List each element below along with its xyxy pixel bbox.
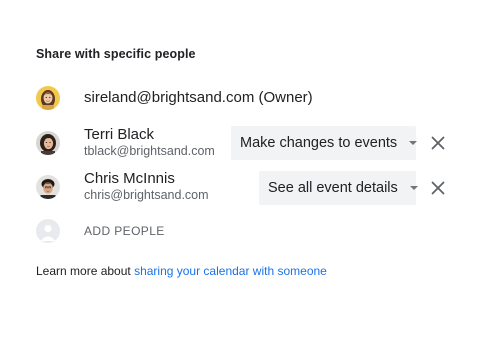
permission-dropdown[interactable]: Make changes to events xyxy=(231,126,418,160)
terri-avatar-icon xyxy=(36,131,60,155)
remove-person-button[interactable] xyxy=(428,133,448,153)
person-email: chris@brightsand.com xyxy=(84,188,209,202)
learn-more-text: Learn more about sharing your calendar w… xyxy=(36,264,327,278)
add-people-label: ADD PEOPLE xyxy=(84,224,165,238)
sharing-help-link[interactable]: sharing your calendar with someone xyxy=(134,264,327,278)
remove-person-button[interactable] xyxy=(428,178,448,198)
permission-dropdown[interactable]: See all event details xyxy=(259,171,418,205)
person-name: Chris McInnis xyxy=(84,170,175,187)
chris-avatar-icon xyxy=(36,175,60,199)
caret-down-icon xyxy=(409,141,418,145)
close-icon xyxy=(431,181,445,195)
share-panel: Share with specific people sireland@brig… xyxy=(0,0,477,352)
owner-email: sireland@brightsand.com (Owner) xyxy=(84,89,313,106)
person-placeholder-icon xyxy=(40,224,56,241)
permission-label: Make changes to events xyxy=(240,135,398,151)
owner-avatar-icon xyxy=(36,86,60,110)
caret-down-icon xyxy=(409,186,418,190)
section-title: Share with specific people xyxy=(36,47,196,61)
permission-label: See all event details xyxy=(268,180,398,196)
learn-more-prefix: Learn more about xyxy=(36,264,135,278)
person-avatar xyxy=(36,175,60,199)
close-icon xyxy=(431,136,445,150)
person-avatar xyxy=(36,131,60,155)
add-people-avatar xyxy=(36,219,60,243)
person-row: Chris McInnis chris@brightsand.com See a… xyxy=(0,170,477,206)
person-name: Terri Black xyxy=(84,126,155,143)
owner-avatar xyxy=(36,86,60,110)
owner-row: sireland@brightsand.com (Owner) xyxy=(0,86,477,112)
person-row: Terri Black tblack@brightsand.com Make c… xyxy=(0,125,477,161)
add-people-button[interactable]: ADD PEOPLE xyxy=(0,218,200,246)
person-email: tblack@brightsand.com xyxy=(84,144,215,158)
